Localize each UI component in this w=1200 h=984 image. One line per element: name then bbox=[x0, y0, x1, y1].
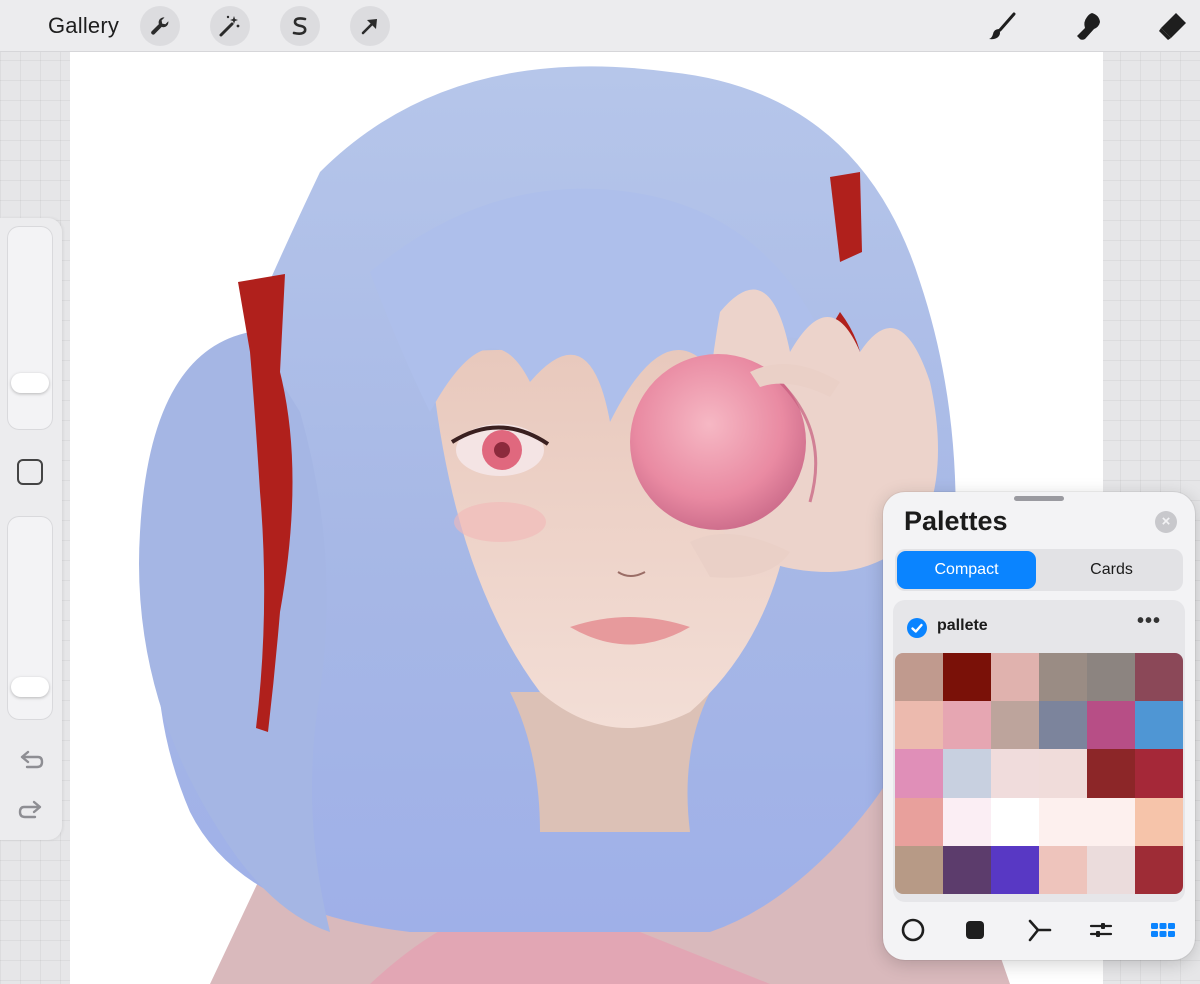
color-swatch[interactable] bbox=[895, 653, 943, 702]
color-swatch[interactable] bbox=[943, 701, 991, 750]
smudge-icon bbox=[1077, 13, 1100, 40]
color-swatch[interactable] bbox=[943, 797, 991, 846]
undo-icon[interactable] bbox=[17, 746, 45, 774]
eraser-button[interactable] bbox=[1152, 6, 1192, 46]
brush-button[interactable] bbox=[982, 6, 1022, 46]
color-mode-bar bbox=[883, 910, 1195, 950]
arrow-icon bbox=[361, 19, 377, 35]
color-swatch[interactable] bbox=[1087, 749, 1135, 798]
color-swatch[interactable] bbox=[991, 845, 1039, 894]
color-swatch[interactable] bbox=[1087, 845, 1135, 894]
color-swatch[interactable] bbox=[943, 653, 991, 702]
redo-icon[interactable] bbox=[17, 796, 45, 824]
brush-size-slider-knob[interactable] bbox=[11, 373, 49, 394]
selection-s-icon bbox=[292, 17, 307, 35]
palette-card: pallete ••• bbox=[893, 600, 1185, 902]
palettes-icon[interactable] bbox=[1149, 916, 1177, 944]
color-swatch[interactable] bbox=[1087, 701, 1135, 750]
panel-title: Palettes bbox=[904, 506, 1008, 536]
palette-name[interactable]: pallete bbox=[937, 617, 988, 635]
color-swatch[interactable] bbox=[1087, 653, 1135, 702]
opacity-slider[interactable] bbox=[7, 516, 53, 720]
color-swatch[interactable] bbox=[895, 749, 943, 798]
more-options-button[interactable]: ••• bbox=[1137, 610, 1161, 633]
palette-view-segmented-control: Compact Cards bbox=[895, 549, 1183, 591]
color-swatch[interactable] bbox=[1135, 797, 1183, 846]
tab-compact[interactable]: Compact bbox=[897, 551, 1036, 589]
color-swatch[interactable] bbox=[1039, 701, 1087, 750]
transform-button[interactable] bbox=[350, 6, 390, 46]
actions-button[interactable] bbox=[140, 6, 180, 46]
gallery-button[interactable]: Gallery bbox=[48, 13, 119, 39]
selection-button[interactable] bbox=[280, 6, 320, 46]
smudge-button[interactable] bbox=[1068, 6, 1108, 46]
color-swatch[interactable] bbox=[991, 749, 1039, 798]
color-swatch[interactable] bbox=[1135, 701, 1183, 750]
color-swatch[interactable] bbox=[991, 797, 1039, 846]
top-toolbar: Gallery bbox=[0, 0, 1200, 52]
color-swatch[interactable] bbox=[895, 701, 943, 750]
color-swatch[interactable] bbox=[991, 701, 1039, 750]
modify-square-icon[interactable] bbox=[17, 459, 43, 485]
disc-icon[interactable] bbox=[899, 916, 927, 944]
brush-size-slider[interactable] bbox=[7, 226, 53, 430]
brush-icon bbox=[989, 12, 1016, 40]
color-swatch[interactable] bbox=[991, 653, 1039, 702]
panel-grabber-handle[interactable] bbox=[1014, 496, 1064, 501]
color-swatch[interactable] bbox=[943, 845, 991, 894]
magic-wand-icon bbox=[219, 15, 240, 37]
default-check-icon[interactable] bbox=[907, 618, 927, 638]
color-swatch[interactable] bbox=[1039, 653, 1087, 702]
eraser-icon bbox=[1159, 13, 1186, 40]
value-icon[interactable] bbox=[1087, 916, 1115, 944]
palettes-panel: Palettes × Compact Cards pallete ••• bbox=[883, 492, 1195, 960]
adjustments-button[interactable] bbox=[210, 6, 250, 46]
color-swatch[interactable] bbox=[1039, 749, 1087, 798]
color-swatch[interactable] bbox=[1135, 845, 1183, 894]
left-sidebar bbox=[0, 218, 62, 840]
color-swatch[interactable] bbox=[943, 749, 991, 798]
swatch-grid bbox=[895, 653, 1183, 894]
color-swatch[interactable] bbox=[1039, 797, 1087, 846]
close-icon[interactable]: × bbox=[1155, 511, 1177, 533]
harmony-icon[interactable] bbox=[1025, 916, 1053, 944]
color-swatch[interactable] bbox=[895, 845, 943, 894]
color-swatch[interactable] bbox=[1135, 653, 1183, 702]
opacity-slider-knob[interactable] bbox=[11, 676, 49, 697]
tab-cards[interactable]: Cards bbox=[1042, 551, 1181, 589]
wrench-icon bbox=[151, 17, 169, 35]
color-swatch[interactable] bbox=[1087, 797, 1135, 846]
color-swatch[interactable] bbox=[895, 797, 943, 846]
classic-icon[interactable] bbox=[961, 916, 989, 944]
color-swatch[interactable] bbox=[1039, 845, 1087, 894]
color-swatch[interactable] bbox=[1135, 749, 1183, 798]
